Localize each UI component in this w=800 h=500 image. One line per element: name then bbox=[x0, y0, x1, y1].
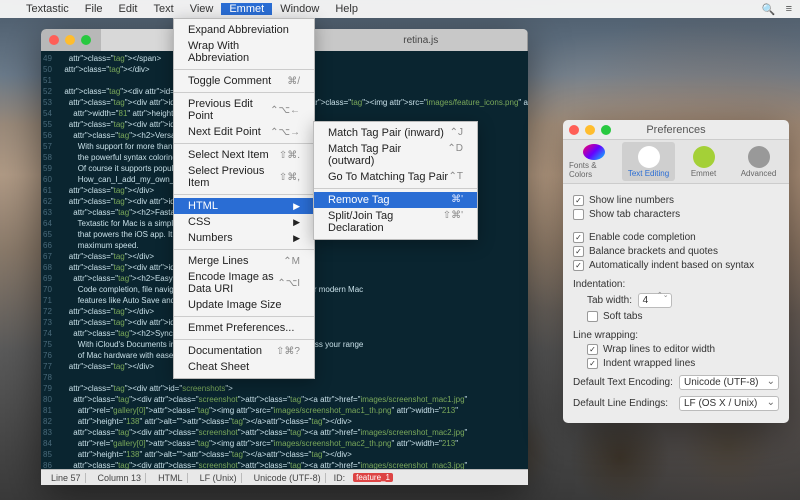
indent-label: Indentation: bbox=[573, 279, 779, 290]
indent-wrapped-checkbox[interactable] bbox=[587, 358, 598, 369]
wrap-editor-checkbox[interactable] bbox=[587, 344, 598, 355]
menu-view[interactable]: View bbox=[182, 3, 222, 15]
menu-item[interactable]: Merge Lines⌃M bbox=[174, 253, 314, 269]
menu-item[interactable]: Select Previous Item⇧⌘, bbox=[174, 163, 314, 191]
line-endings-select[interactable]: LF (OS X / Unix) bbox=[679, 396, 779, 411]
prefs-toolbar: Fonts & ColorsText EditingEmmetAdvanced bbox=[563, 140, 789, 184]
submenu-item[interactable]: Match Tag Pair (inward)⌃J bbox=[314, 125, 477, 141]
prefs-tab-fonts-colors[interactable]: Fonts & Colors bbox=[567, 142, 620, 181]
submenu-item[interactable]: Go To Matching Tag Pair⌃T bbox=[314, 169, 477, 185]
checkbox-label: Enable code completion bbox=[589, 232, 696, 243]
menu-item[interactable]: HTML▶ bbox=[174, 198, 314, 214]
status-language[interactable]: HTML bbox=[154, 473, 188, 483]
checkbox[interactable] bbox=[573, 209, 584, 220]
wrap-label: Line wrapping: bbox=[573, 330, 779, 341]
prefs-tab-emmet[interactable]: Emmet bbox=[677, 142, 730, 181]
prefs-title: Preferences bbox=[646, 124, 705, 136]
menubar-right: 🔍 ≡ bbox=[762, 3, 792, 16]
prefs-tab-icon bbox=[748, 146, 770, 168]
prefs-tab-text-editing[interactable]: Text Editing bbox=[622, 142, 675, 181]
emmet-menu: Expand AbbreviationWrap With Abbreviatio… bbox=[173, 18, 315, 379]
close-button[interactable] bbox=[49, 35, 59, 45]
submenu-item[interactable]: Match Tag Pair (outward)⌃D bbox=[314, 141, 477, 169]
menu-item[interactable]: CSS▶ bbox=[174, 214, 314, 230]
prefs-tab-icon bbox=[638, 146, 660, 168]
system-menubar: Textastic FileEditTextViewEmmetWindowHel… bbox=[0, 0, 800, 18]
prefs-tab-icon bbox=[583, 144, 605, 160]
window-controls bbox=[49, 35, 91, 45]
menu-edit[interactable]: Edit bbox=[111, 3, 146, 15]
close-button[interactable] bbox=[569, 125, 579, 135]
status-id-badge[interactable]: feature_1 bbox=[353, 473, 393, 482]
indent-wrapped-label: Indent wrapped lines bbox=[603, 358, 695, 369]
notification-center-icon[interactable]: ≡ bbox=[786, 3, 792, 16]
checkbox-label: Balance brackets and quotes bbox=[589, 246, 718, 257]
editor-statusbar: Line 57 Column 13 HTML LF (Unix) Unicode… bbox=[41, 469, 528, 485]
checkbox-label: Automatically indent based on syntax bbox=[589, 260, 754, 271]
tabwidth-stepper[interactable]: 4 bbox=[638, 293, 672, 308]
prefs-titlebar: Preferences bbox=[563, 120, 789, 140]
zoom-button[interactable] bbox=[81, 35, 91, 45]
status-id-label: ID: bbox=[334, 473, 346, 483]
spotlight-icon[interactable]: 🔍 bbox=[762, 3, 776, 16]
menu-window[interactable]: Window bbox=[272, 3, 327, 15]
prefs-body: Show line numbers Show tab characters Ena… bbox=[563, 184, 789, 423]
menu-item[interactable]: Update Image Size bbox=[174, 297, 314, 313]
submenu-item[interactable]: Remove Tag⌘' bbox=[314, 192, 477, 208]
menu-help[interactable]: Help bbox=[327, 3, 366, 15]
encoding-label: Default Text Encoding: bbox=[573, 377, 673, 388]
checkbox[interactable] bbox=[573, 260, 584, 271]
checkbox-label: Show line numbers bbox=[589, 195, 674, 206]
status-encoding[interactable]: Unicode (UTF-8) bbox=[250, 473, 326, 483]
menu-item[interactable]: Previous Edit Point⌃⌥← bbox=[174, 96, 314, 124]
checkbox[interactable] bbox=[573, 232, 584, 243]
wrap-editor-label: Wrap lines to editor width bbox=[603, 344, 715, 355]
app-menu[interactable]: Textastic bbox=[18, 3, 77, 15]
status-column[interactable]: Column 13 bbox=[94, 473, 147, 483]
checkbox[interactable] bbox=[573, 246, 584, 257]
preferences-window: Preferences Fonts & ColorsText EditingEm… bbox=[563, 120, 789, 423]
menu-item[interactable]: Expand Abbreviation bbox=[174, 22, 314, 38]
menu-item[interactable]: Emmet Preferences... bbox=[174, 320, 314, 336]
softtabs-label: Soft tabs bbox=[603, 311, 642, 322]
checkbox-label: Show tab characters bbox=[589, 209, 680, 220]
tabwidth-label: Tab width: bbox=[587, 295, 632, 306]
line-gutter: 49 50 51 52 53 54 55 56 57 58 59 60 61 6… bbox=[41, 51, 56, 469]
menu-item[interactable]: Select Next Item⇧⌘. bbox=[174, 147, 314, 163]
menu-emmet[interactable]: Emmet bbox=[221, 3, 272, 15]
prefs-tab-icon bbox=[693, 146, 715, 168]
menu-item[interactable]: Numbers▶ bbox=[174, 230, 314, 246]
line-endings-label: Default Line Endings: bbox=[573, 398, 668, 409]
submenu-item[interactable]: Split/Join Tag Declaration⇧⌘' bbox=[314, 208, 477, 236]
menu-text[interactable]: Text bbox=[146, 3, 182, 15]
menu-item[interactable]: Wrap With Abbreviation bbox=[174, 38, 314, 66]
menu-file[interactable]: File bbox=[77, 3, 111, 15]
emmet-html-submenu: Match Tag Pair (inward)⌃JMatch Tag Pair … bbox=[313, 121, 478, 240]
editor-tab[interactable]: retina.js bbox=[315, 29, 529, 51]
menu-item[interactable]: Next Edit Point⌃⌥→ bbox=[174, 124, 314, 140]
encoding-select[interactable]: Unicode (UTF-8) bbox=[679, 375, 779, 390]
minimize-button[interactable] bbox=[585, 125, 595, 135]
menu-item[interactable]: Documentation⇧⌘? bbox=[174, 343, 314, 359]
zoom-button[interactable] bbox=[601, 125, 611, 135]
prefs-tab-advanced[interactable]: Advanced bbox=[732, 142, 785, 181]
menu-item[interactable]: Encode Image as Data URI⌃⌥I bbox=[174, 269, 314, 297]
minimize-button[interactable] bbox=[65, 35, 75, 45]
status-line-endings[interactable]: LF (Unix) bbox=[196, 473, 242, 483]
checkbox[interactable] bbox=[573, 195, 584, 206]
softtabs-checkbox[interactable] bbox=[587, 311, 598, 322]
menu-item[interactable]: Cheat Sheet bbox=[174, 359, 314, 375]
menu-item[interactable]: Toggle Comment⌘/ bbox=[174, 73, 314, 89]
status-line[interactable]: Line 57 bbox=[47, 473, 86, 483]
